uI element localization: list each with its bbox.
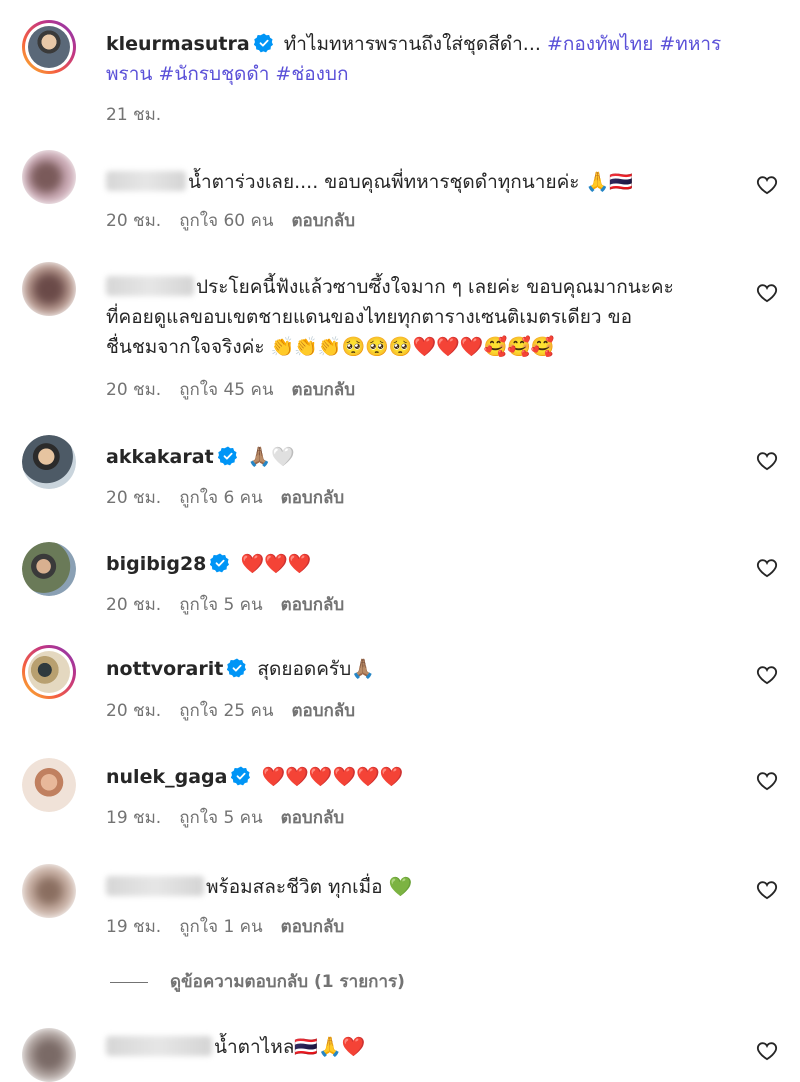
comment-text: น้ำตาไหล🇹🇭🙏❤️ xyxy=(214,1036,366,1058)
reply-button[interactable]: ตอบกลับ xyxy=(281,488,345,508)
commenter-avatar[interactable] xyxy=(22,435,76,489)
comment-text: สุดยอดครับ🙏🏽 xyxy=(257,658,375,680)
like-count[interactable]: ถูกใจ 60 คน xyxy=(179,211,273,231)
post-author-avatar[interactable] xyxy=(22,20,76,74)
commenter-avatar[interactable] xyxy=(22,758,76,812)
commenter-username[interactable]: nulek_gaga xyxy=(106,766,227,788)
like-count[interactable]: ถูกใจ 5 คน xyxy=(179,595,262,615)
post-meta: 21 ชม. xyxy=(106,101,179,128)
commenter-avatar[interactable] xyxy=(22,864,76,918)
commenter-avatar[interactable] xyxy=(22,542,76,596)
reply-button[interactable]: ตอบกลับ xyxy=(291,701,355,721)
timestamp: 20 ชม. xyxy=(106,380,162,400)
comment-text: ที่คอยดูแลขอบเขตชายแดนของไทยทุกตารางเซนต… xyxy=(106,306,632,328)
timestamp: 20 ชม. xyxy=(106,595,162,615)
view-replies-label: ดูข้อความตอบกลับ (1 รายการ) xyxy=(170,972,405,992)
reply-button[interactable]: ตอบกลับ xyxy=(291,211,355,231)
commenter-avatar[interactable] xyxy=(22,262,76,316)
heart-outline-icon[interactable] xyxy=(756,557,778,579)
heart-outline-icon[interactable] xyxy=(756,174,778,196)
commenter-username[interactable]: akkakarat xyxy=(106,446,214,468)
commenter-username[interactable]: nottvorarit xyxy=(106,658,223,680)
comment-meta: 20 ชม. ถูกใจ 60 คน ตอบกลับ xyxy=(106,207,373,234)
verified-badge-icon xyxy=(218,446,238,466)
blurred-username[interactable] xyxy=(106,276,194,296)
heart-outline-icon[interactable] xyxy=(756,770,778,792)
comment-meta: 19 ชม. ถูกใจ 1 คน ตอบกลับ xyxy=(106,913,362,940)
commenter-avatar[interactable] xyxy=(22,645,76,699)
reply-button[interactable]: ตอบกลับ xyxy=(281,917,345,937)
timestamp: 21 ชม. xyxy=(106,105,162,125)
like-count[interactable]: ถูกใจ 6 คน xyxy=(179,488,262,508)
comment-text: ประโยคนี้ฟังแล้วซาบซึ้งใจมาก ๆ เลยค่ะ ขอ… xyxy=(196,276,674,298)
heart-outline-icon[interactable] xyxy=(756,1040,778,1062)
view-replies-button[interactable]: ดูข้อความตอบกลับ (1 รายการ) xyxy=(110,968,405,995)
timestamp: 20 ชม. xyxy=(106,488,162,508)
divider-line xyxy=(110,981,148,983)
reply-button[interactable]: ตอบกลับ xyxy=(291,380,355,400)
comment-text: ชื่นชมจากใจจริงค่ะ 👏👏👏🥺🥺🥺❤️❤️❤️🥰🥰🥰 xyxy=(106,336,555,358)
blurred-username[interactable] xyxy=(106,1036,212,1056)
timestamp: 19 ชม. xyxy=(106,917,162,937)
comment-meta: 20 ชม. ถูกใจ 25 คน ตอบกลับ xyxy=(106,697,373,724)
commenter-username[interactable]: bigibig28 xyxy=(106,553,206,575)
hashtag[interactable]: #นักรบชุดดำ xyxy=(158,63,269,85)
comment-text: พร้อมสละชีวิต ทุกเมื่อ 💚 xyxy=(206,876,413,898)
like-count[interactable]: ถูกใจ 45 คน xyxy=(179,380,273,400)
comment-text: น้ำตาร่วงเลย.... ขอบคุณพี่ทหารชุดดำทุกนา… xyxy=(188,171,633,193)
comment-meta: 20 ชม. ถูกใจ 45 คน ตอบกลับ xyxy=(106,376,373,403)
comment-meta: 20 ชม. ถูกใจ 5 คน ตอบกลับ xyxy=(106,591,362,618)
comment-text: ❤️❤️❤️ xyxy=(240,553,312,575)
commenter-avatar[interactable] xyxy=(22,1028,76,1082)
blurred-username[interactable] xyxy=(106,171,186,191)
like-count[interactable]: ถูกใจ 5 คน xyxy=(179,808,262,828)
reply-button[interactable]: ตอบกลับ xyxy=(281,808,345,828)
timestamp: 20 ชม. xyxy=(106,701,162,721)
post-author-username[interactable]: kleurmasutra xyxy=(106,33,250,55)
heart-outline-icon[interactable] xyxy=(756,282,778,304)
comment-text: 🙏🏽🤍 xyxy=(247,446,296,468)
heart-outline-icon[interactable] xyxy=(756,879,778,901)
verified-badge-icon xyxy=(210,553,230,573)
comment-meta: 19 ชม. ถูกใจ 5 คน ตอบกลับ xyxy=(106,804,362,831)
comment-meta: 20 ชม. ถูกใจ 6 คน ตอบกลับ xyxy=(106,484,362,511)
heart-outline-icon[interactable] xyxy=(756,664,778,686)
verified-badge-icon xyxy=(227,658,247,678)
verified-badge-icon xyxy=(254,33,274,53)
like-count[interactable]: ถูกใจ 1 คน xyxy=(179,917,262,937)
hashtag[interactable]: #กองทัพไทย xyxy=(547,33,653,55)
heart-outline-icon[interactable] xyxy=(756,450,778,472)
reply-button[interactable]: ตอบกลับ xyxy=(281,595,345,615)
like-count[interactable]: ถูกใจ 25 คน xyxy=(179,701,273,721)
comment-text: ❤️❤️❤️❤️❤️❤️ xyxy=(261,766,404,788)
verified-badge-icon xyxy=(231,766,251,786)
commenter-avatar[interactable] xyxy=(22,150,76,204)
hashtag[interactable]: #ทหาร xyxy=(659,33,721,55)
hashtag[interactable]: พราน xyxy=(106,63,152,85)
blurred-username[interactable] xyxy=(106,876,204,896)
timestamp: 20 ชม. xyxy=(106,211,162,231)
hashtag[interactable]: #ช่องบก xyxy=(275,63,348,85)
post-caption-text: ทำไมทหารพรานถึงใส่ชุดสีดำ... xyxy=(283,33,541,55)
timestamp: 19 ชม. xyxy=(106,808,162,828)
